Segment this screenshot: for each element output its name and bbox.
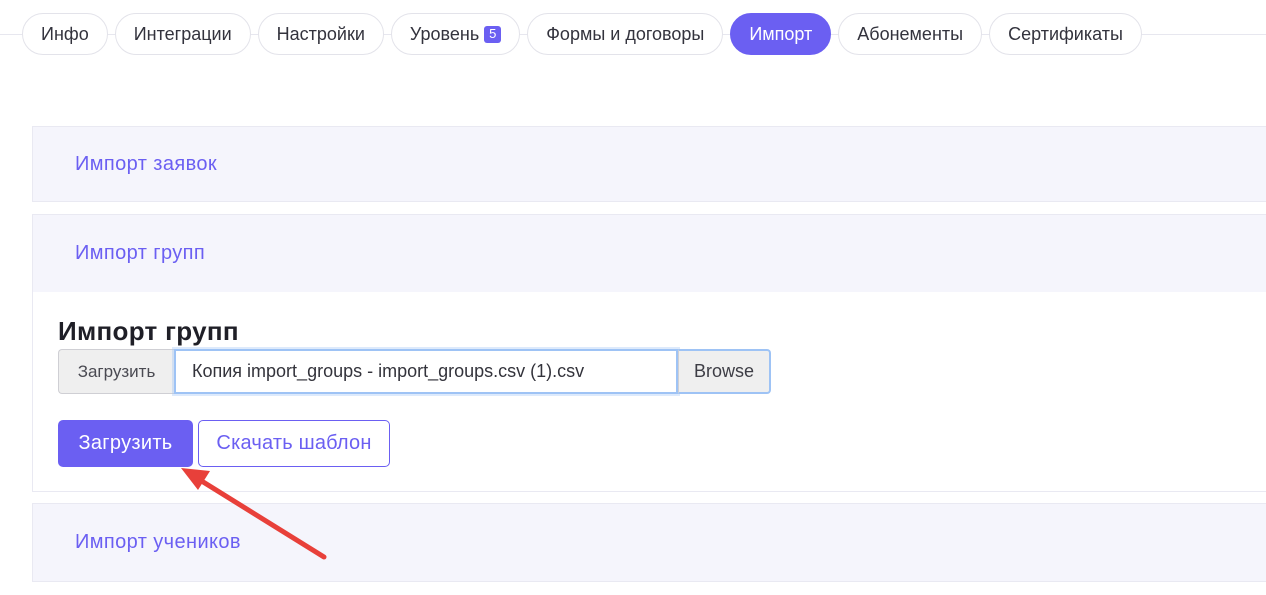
tab-settings[interactable]: Настройки — [257, 13, 384, 55]
panel-title: Импорт групп — [58, 316, 239, 346]
browse-button[interactable]: Browse — [678, 349, 771, 394]
accordion-import-requests[interactable]: Импорт заявок — [32, 126, 1266, 202]
tab-forms-contracts[interactable]: Формы и договоры — [527, 13, 724, 55]
upload-button[interactable]: Загрузить — [58, 420, 193, 467]
tab-level[interactable]: Уровень 5 — [390, 13, 521, 55]
accordion-import-groups[interactable]: Импорт групп — [32, 214, 1266, 293]
download-template-button[interactable]: Скачать шаблон — [198, 420, 390, 467]
accordion-import-groups-label: Импорт групп — [75, 242, 206, 264]
file-input[interactable]: Копия import_groups - import_groups.csv … — [174, 349, 678, 394]
tab-subscriptions[interactable]: Абонементы — [838, 13, 983, 55]
accordion-import-students-label: Импорт учеников — [75, 531, 241, 553]
tab-bar: Инфо Интеграции Настройки Уровень 5 Формы… — [22, 13, 1142, 57]
tab-integrations[interactable]: Интеграции — [114, 13, 251, 55]
tab-import[interactable]: Импорт — [730, 13, 832, 55]
tab-certificates[interactable]: Сертификаты — [989, 13, 1142, 55]
tab-info[interactable]: Инфо — [22, 13, 108, 55]
file-prefix-label: Загрузить — [58, 349, 174, 394]
level-count-badge: 5 — [484, 25, 502, 43]
accordion-import-requests-label: Импорт заявок — [75, 152, 218, 175]
accordion-import-students[interactable]: Импорт учеников — [32, 503, 1266, 582]
file-upload-group: Загрузить Копия import_groups - import_g… — [58, 349, 771, 394]
